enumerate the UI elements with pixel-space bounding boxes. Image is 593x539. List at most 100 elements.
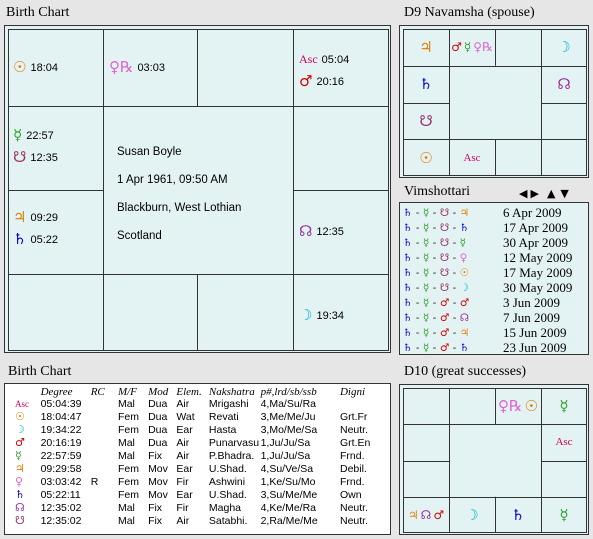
- chart-cell: ☉: [403, 139, 449, 176]
- planet-glyph-icon: ♂: [439, 326, 450, 339]
- table-cell: Grt.Fr: [339, 410, 368, 423]
- planet-glyph-icon: ☋: [439, 221, 450, 234]
- column-header: Nakshatra: [208, 386, 255, 398]
- dasha-row[interactable]: ♄ - ☿ - ♂ - ♂ 3 Jun 2009: [400, 295, 588, 310]
- chart-cell: ♄: [495, 497, 541, 533]
- planet-glyph-icon: ♃: [419, 38, 433, 57]
- table-cell: Fix: [148, 449, 163, 462]
- column-header: Degree: [40, 386, 73, 398]
- table-cell: Ear: [176, 423, 193, 436]
- table-cell: Ear: [176, 462, 193, 475]
- prev-icon[interactable]: ◀: [519, 187, 527, 200]
- table-cell: U.Shad.: [208, 488, 247, 501]
- table-cell: [91, 488, 118, 501]
- table-cell: 18:04:47: [40, 410, 82, 423]
- dasha-row[interactable]: ♄ - ☿ - ☋ - ☽ 30 May 2009: [400, 280, 588, 295]
- chart-cell: ☽: [541, 29, 587, 66]
- table-cell: Frnd.: [339, 449, 365, 462]
- column-header: Digni: [339, 386, 366, 398]
- planet-glyph-icon: ☽: [557, 38, 571, 57]
- planet-glyph-icon: ♄: [403, 311, 413, 324]
- planet-marker: Asc 05:04: [299, 52, 349, 67]
- planet-glyph-icon: ☉: [15, 410, 25, 423]
- dasha-date: 7 Jun 2009: [503, 309, 561, 325]
- down-icon[interactable]: ▼: [560, 187, 568, 200]
- table-row: ☉ 18:04:47 Fem Dua Wat Revati 3,Me/Me/Ju Grt.Fr: [15, 410, 390, 423]
- table-cell: Ashwini: [208, 475, 246, 488]
- planet-marker: ☽ 19:34: [299, 308, 344, 323]
- table-row: ♃ 09:29:58 Fem Mov Ear U.Shad. 4,Su/Ve/Sa Debil…: [15, 462, 390, 475]
- table-cell: 03:03:42: [40, 475, 82, 488]
- dasha-date: 30 Apr 2009: [503, 234, 568, 250]
- planet-glyph-icon: ☿: [559, 397, 569, 416]
- planet-glyph-icon: ☋: [439, 236, 450, 249]
- chart-cell: ☿: [541, 388, 587, 424]
- table-cell: Fem: [117, 488, 139, 501]
- table-row: ☊ 12:35:02 Mal Fix Fir Magha 4,Ke/Me/Ra Neutr.: [15, 501, 390, 514]
- planet-degree: 09:29: [30, 211, 58, 224]
- up-icon[interactable]: ▲: [547, 187, 555, 200]
- dasha-lords: ♄ - ☿ - ♂ - ☊: [403, 311, 470, 324]
- dasha-row[interactable]: ♄ - ☿ - ☋ - ♄ 17 Apr 2009: [400, 220, 588, 235]
- table-cell: 3,Me/Me/Ju: [260, 410, 316, 423]
- planet-glyph-icon: ♄: [403, 221, 413, 234]
- dasha-row[interactable]: ♄ - ☿ - ♂ - ♄ 23 Jun 2009: [400, 340, 588, 355]
- column-header: Elem.: [176, 386, 202, 398]
- planet-glyph-icon: ♂: [451, 40, 462, 55]
- table-cell: 05:04:39: [40, 398, 82, 410]
- planet-glyph-icon: ☉: [524, 397, 538, 416]
- planet-glyph-icon: ☿: [463, 40, 472, 55]
- dasha-date: 6 Apr 2009: [503, 204, 562, 220]
- table-cell: Neutr.: [339, 423, 368, 436]
- next-icon[interactable]: ▶: [530, 187, 538, 200]
- planet-glyph-icon: ☋: [13, 148, 27, 166]
- dasha-row[interactable]: ♄ - ☿ - ☋ - ☿ 30 Apr 2009: [400, 235, 588, 250]
- planet-glyph-icon: ☽: [459, 281, 470, 294]
- table-cell: 05:22:11: [40, 488, 81, 501]
- planet-glyph-icon: ♂: [439, 296, 450, 309]
- dasha-lords: ♄ - ☿ - ♂ - ♂: [403, 296, 470, 309]
- dasha-row[interactable]: ♄ - ☿ - ☋ - ☉ 17 May 2009: [400, 265, 588, 280]
- chart-cell: ♃ ☊ ♂: [403, 497, 449, 533]
- planet-glyph-icon: ♄: [403, 296, 413, 309]
- planet-degree: 05:22: [30, 233, 58, 246]
- planet-glyph-icon: ♀℞: [473, 40, 493, 55]
- planet-glyph-icon: Asc: [299, 52, 318, 66]
- table-cell: 12:35:02: [40, 501, 82, 514]
- dasha-date: 15 Jun 2009: [503, 324, 567, 340]
- table-cell: Fem: [117, 462, 139, 475]
- table-cell: Revati: [208, 410, 239, 423]
- planet-details-table: Degree RC M/F Mod Elem. Nakshatra p#,lrd/sb/ss…: [15, 386, 390, 527]
- table-row: Asc 05:04:39 Mal Dua Air Mrigashi 4,Ma/Su/Ra: [15, 398, 390, 410]
- table-row: ♀ 03:03:42 R Fem Mov Fir Ashwini 1,Ke/Su/Mo Frnd…: [15, 475, 390, 488]
- planet-degree: 19:34: [316, 309, 344, 322]
- table-cell: [91, 449, 118, 462]
- planet-glyph-icon: Asc: [15, 399, 29, 409]
- dasha-row[interactable]: ♄ - ☿ - ♂ - ♃ 15 Jun 2009: [400, 325, 588, 340]
- table-cell: 2,Ra/Me/Me: [260, 514, 318, 527]
- planet-glyph-icon: ♂: [439, 341, 450, 354]
- vimshottari-title: Vimshottari: [404, 184, 471, 199]
- planet-glyph-icon: ♃: [459, 326, 470, 339]
- dasha-row[interactable]: ♄ - ☿ - ♂ - ☊ 7 Jun 2009: [400, 310, 588, 325]
- planet-glyph-icon: ♂: [439, 311, 450, 324]
- planet-glyph-icon: ♀: [459, 251, 468, 264]
- table-cell: Dua: [148, 423, 168, 436]
- dasha-lords: ♄ - ☿ - ☋ - ♀: [403, 251, 468, 264]
- planet-marker: ♂ 20:16: [299, 74, 344, 89]
- table-cell: Mal: [117, 436, 135, 449]
- d10-grid: ♀℞ ☉ ☿ Asc ♃ ☊ ♂ ☽ ♄ ☿: [399, 384, 589, 535]
- table-cell: Satabhi.: [208, 514, 248, 527]
- table-cell: Dua: [148, 398, 168, 410]
- dasha-row[interactable]: ♄ - ☿ - ☋ - ♀ 12 May 2009: [400, 250, 588, 265]
- dasha-row[interactable]: ♄ - ☿ - ☋ - ♃ 6 Apr 2009: [400, 205, 588, 220]
- chart-cell: ☽: [449, 497, 495, 533]
- table-cell: Mov: [148, 488, 168, 501]
- table-cell: Fem: [117, 475, 139, 488]
- planet-glyph-icon: ♄: [403, 236, 413, 249]
- planet-glyph-icon: ☉: [13, 58, 27, 76]
- table-cell: 22:57:59: [40, 449, 82, 462]
- dasha-lords: ♄ - ☿ - ☋ - ☽: [403, 281, 470, 294]
- table-cell: 3,Su/Me/Me: [260, 488, 318, 501]
- table-cell: Mal: [117, 501, 135, 514]
